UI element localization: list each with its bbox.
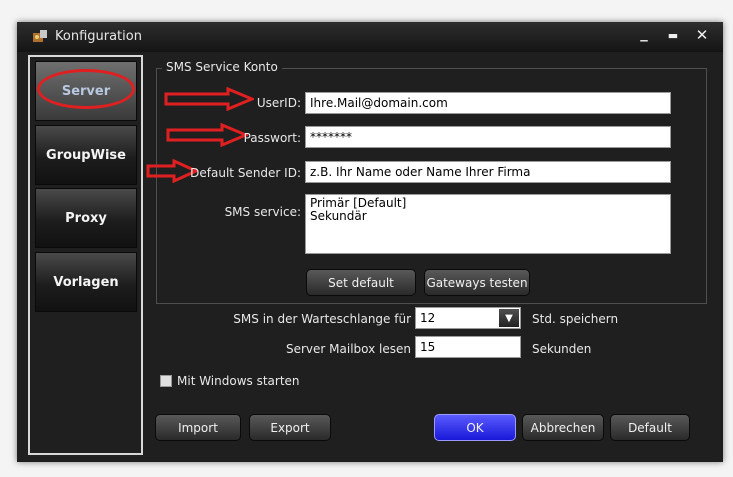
startup-checkbox[interactable] bbox=[160, 375, 172, 387]
mailbox-interval-field[interactable]: 15 bbox=[415, 336, 521, 358]
title-bar: Konfiguration _ ▬ ✕ bbox=[17, 22, 723, 52]
chevron-down-icon[interactable]: ▼ bbox=[499, 309, 519, 327]
sidebar-item-label: Proxy bbox=[65, 210, 107, 226]
queue-unit-label: Std. speichern bbox=[532, 312, 619, 326]
queue-label: SMS in der Warteschlange für bbox=[233, 312, 411, 326]
sidebar-item-groupwise[interactable]: GroupWise bbox=[35, 125, 137, 185]
group-legend: SMS Service Konto bbox=[162, 60, 282, 74]
sidebar-item-label: Vorlagen bbox=[53, 274, 119, 290]
startup-label: Mit Windows starten bbox=[177, 374, 300, 388]
app-icon bbox=[33, 30, 47, 42]
password-field[interactable]: ******* bbox=[305, 126, 671, 148]
sender-id-field[interactable]: z.B. Ihr Name oder Name Ihrer Firma bbox=[305, 161, 671, 183]
minimize-icon[interactable]: _ bbox=[634, 24, 654, 42]
annotation-circle bbox=[37, 69, 135, 109]
userid-label: UserID: bbox=[256, 96, 301, 110]
default-button[interactable]: Default bbox=[610, 414, 690, 441]
sms-service-list[interactable]: Primär [Default] Sekundär bbox=[305, 194, 671, 254]
set-default-button[interactable]: Set default bbox=[306, 269, 416, 296]
password-label: Passwort: bbox=[243, 131, 301, 145]
userid-field[interactable]: Ihre.Mail@domain.com bbox=[305, 92, 671, 114]
sidebar: Server GroupWise Proxy Vorlagen bbox=[28, 55, 143, 455]
cancel-button[interactable]: Abbrechen bbox=[522, 414, 604, 441]
sidebar-item-label: GroupWise bbox=[46, 147, 126, 163]
window-title: Konfiguration bbox=[55, 29, 142, 44]
list-item[interactable]: Sekundär bbox=[310, 210, 666, 223]
sidebar-item-proxy[interactable]: Proxy bbox=[35, 188, 137, 248]
queue-hours-value: 12 bbox=[420, 311, 436, 325]
mailbox-label: Server Mailbox lesen bbox=[285, 342, 411, 356]
sidebar-item-vorlagen[interactable]: Vorlagen bbox=[35, 252, 137, 312]
sender-id-label: Default Sender ID: bbox=[190, 166, 301, 180]
test-gateways-button[interactable]: Gateways testen bbox=[424, 269, 530, 296]
import-button[interactable]: Import bbox=[155, 414, 241, 441]
close-icon[interactable]: ✕ bbox=[692, 26, 712, 44]
maximize-icon[interactable]: ▬ bbox=[663, 29, 683, 42]
configuration-window: Konfiguration _ ▬ ✕ Server GroupWise Pro… bbox=[17, 22, 723, 462]
mailbox-unit-label: Sekunden bbox=[532, 342, 592, 356]
sms-service-label: SMS service: bbox=[224, 205, 301, 219]
export-button[interactable]: Export bbox=[249, 414, 331, 441]
queue-hours-select[interactable]: 12 ▼ bbox=[415, 307, 521, 329]
ok-button[interactable]: OK bbox=[434, 414, 516, 441]
